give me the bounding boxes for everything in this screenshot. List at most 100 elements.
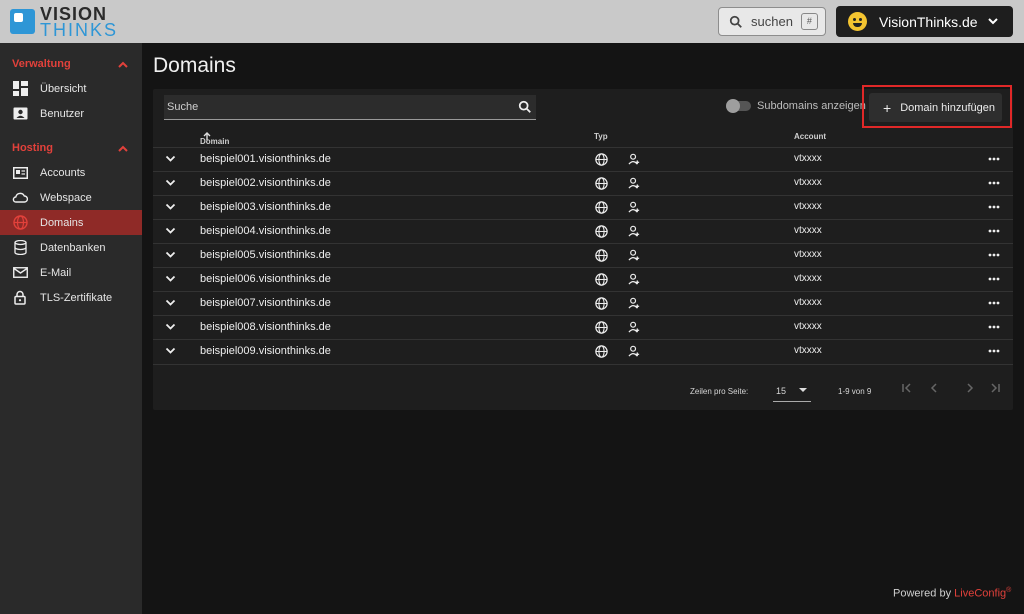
more-options-icon[interactable] bbox=[988, 301, 1000, 305]
sidebar-item-email[interactable]: E-Mail bbox=[0, 260, 142, 285]
more-options-icon[interactable] bbox=[988, 181, 1000, 185]
table-row[interactable]: beispiel008.visionthinks.de vtxxxx bbox=[153, 315, 1013, 339]
top-bar: VISION THINKS suchen # VisionThinks.de bbox=[0, 0, 1024, 43]
more-options-icon[interactable] bbox=[988, 229, 1000, 233]
sidebar-item-label: Übersicht bbox=[40, 82, 87, 95]
column-header-domain[interactable]: Domain bbox=[200, 132, 229, 146]
previous-page-icon[interactable] bbox=[928, 382, 940, 394]
table-row[interactable]: beispiel006.visionthinks.de vtxxxx bbox=[153, 267, 1013, 291]
domain-name[interactable]: beispiel001.visionthinks.de bbox=[200, 153, 331, 165]
account-id: vtxxxx bbox=[794, 153, 822, 164]
globe-icon bbox=[595, 345, 608, 358]
registered-mark: ® bbox=[1006, 587, 1012, 594]
domain-name[interactable]: beispiel006.visionthinks.de bbox=[200, 273, 331, 285]
user-plus-icon[interactable] bbox=[628, 345, 641, 358]
account-id: vtxxxx bbox=[794, 249, 822, 260]
more-options-icon[interactable] bbox=[988, 277, 1000, 281]
database-icon bbox=[12, 240, 28, 256]
domain-name[interactable]: beispiel002.visionthinks.de bbox=[200, 177, 331, 189]
chevron-down-icon[interactable] bbox=[165, 179, 176, 187]
search-shortcut-key: # bbox=[800, 13, 818, 30]
chevron-down-icon[interactable] bbox=[165, 203, 176, 211]
more-options-icon[interactable] bbox=[988, 349, 1000, 353]
chevron-down-icon bbox=[988, 18, 998, 25]
sidebar-item-accounts[interactable]: Accounts bbox=[0, 160, 142, 185]
sidebar-item-tls-zertifikate[interactable]: TLS-Zertifikate bbox=[0, 285, 142, 310]
search-icon[interactable] bbox=[518, 100, 532, 114]
user-plus-icon[interactable] bbox=[628, 321, 641, 334]
subdomains-toggle[interactable] bbox=[726, 99, 751, 113]
domain-name[interactable]: beispiel005.visionthinks.de bbox=[200, 249, 331, 261]
chevron-down-icon[interactable] bbox=[165, 323, 176, 331]
globe-icon bbox=[595, 321, 608, 334]
cloud-icon bbox=[12, 190, 28, 206]
chevron-down-icon[interactable] bbox=[165, 251, 176, 259]
domain-name[interactable]: beispiel009.visionthinks.de bbox=[200, 345, 331, 357]
account-id: vtxxxx bbox=[794, 177, 822, 188]
sidebar-item-label: Benutzer bbox=[40, 107, 85, 120]
more-options-icon[interactable] bbox=[988, 205, 1000, 209]
chevron-down-icon[interactable] bbox=[165, 227, 176, 235]
domain-name[interactable]: beispiel008.visionthinks.de bbox=[200, 321, 331, 333]
rows-per-page-select[interactable]: 15 bbox=[773, 378, 811, 402]
domain-search-field[interactable] bbox=[164, 95, 536, 120]
pagination-range: 1-9 von 9 bbox=[838, 387, 872, 396]
domain-name[interactable]: beispiel004.visionthinks.de bbox=[200, 225, 331, 237]
liveconfig-link[interactable]: LiveConfig bbox=[954, 588, 1006, 600]
sidebar-section-verwaltung[interactable]: Verwaltung bbox=[0, 52, 142, 76]
user-plus-icon[interactable] bbox=[628, 153, 641, 166]
user-card-icon bbox=[12, 106, 28, 122]
account-id: vtxxxx bbox=[794, 345, 822, 356]
chevron-up-icon bbox=[118, 145, 128, 152]
sidebar-item-datenbanken[interactable]: Datenbanken bbox=[0, 235, 142, 260]
chevron-down-icon[interactable] bbox=[165, 347, 176, 355]
table-row[interactable]: beispiel004.visionthinks.de vtxxxx bbox=[153, 219, 1013, 243]
sidebar-section-hosting[interactable]: Hosting bbox=[0, 136, 142, 160]
sidebar-item-domains[interactable]: Domains bbox=[0, 210, 142, 235]
table-row[interactable]: beispiel005.visionthinks.de vtxxxx bbox=[153, 243, 1013, 267]
table-header: Domain Typ Account bbox=[153, 127, 1013, 148]
dashboard-icon bbox=[12, 81, 28, 97]
table-row[interactable]: beispiel001.visionthinks.de vtxxxx bbox=[153, 147, 1013, 171]
page-title: Domains bbox=[153, 54, 236, 77]
mail-icon bbox=[12, 265, 28, 281]
last-page-icon[interactable] bbox=[989, 382, 1001, 394]
account-menu-button[interactable]: VisionThinks.de bbox=[836, 6, 1013, 37]
sidebar-item-webspace[interactable]: Webspace bbox=[0, 185, 142, 210]
first-page-icon[interactable] bbox=[901, 382, 913, 394]
next-page-icon[interactable] bbox=[964, 382, 976, 394]
global-search-button[interactable]: suchen # bbox=[718, 7, 826, 36]
search-button-label: suchen bbox=[751, 14, 793, 29]
table-row[interactable]: beispiel003.visionthinks.de vtxxxx bbox=[153, 195, 1013, 219]
account-id: vtxxxx bbox=[794, 201, 822, 212]
table-row[interactable]: beispiel002.visionthinks.de vtxxxx bbox=[153, 171, 1013, 195]
user-plus-icon[interactable] bbox=[628, 177, 641, 190]
more-options-icon[interactable] bbox=[988, 325, 1000, 329]
logo-mark-icon bbox=[10, 9, 35, 34]
sidebar-item-uebersicht[interactable]: Übersicht bbox=[0, 76, 142, 101]
table-row[interactable]: beispiel009.visionthinks.de vtxxxx bbox=[153, 339, 1013, 363]
plus-icon: + bbox=[883, 99, 892, 116]
more-options-icon[interactable] bbox=[988, 253, 1000, 257]
user-plus-icon[interactable] bbox=[628, 201, 641, 214]
add-domain-button[interactable]: + Domain hinzufügen bbox=[869, 93, 1002, 122]
domain-name[interactable]: beispiel007.visionthinks.de bbox=[200, 297, 331, 309]
table-row[interactable]: beispiel007.visionthinks.de vtxxxx bbox=[153, 291, 1013, 315]
user-plus-icon[interactable] bbox=[628, 249, 641, 262]
lock-icon bbox=[12, 290, 28, 306]
more-options-icon[interactable] bbox=[988, 157, 1000, 161]
chevron-down-icon[interactable] bbox=[165, 155, 176, 163]
user-plus-icon[interactable] bbox=[628, 225, 641, 238]
chevron-down-icon[interactable] bbox=[165, 299, 176, 307]
globe-icon bbox=[595, 249, 608, 262]
sidebar-item-benutzer[interactable]: Benutzer bbox=[0, 101, 142, 126]
user-plus-icon[interactable] bbox=[628, 273, 641, 286]
domain-name[interactable]: beispiel003.visionthinks.de bbox=[200, 201, 331, 213]
domain-search-input[interactable] bbox=[167, 101, 507, 113]
column-header-label: Domain bbox=[200, 137, 230, 146]
subdomains-toggle-wrapper[interactable]: Subdomains anzeigen bbox=[726, 99, 866, 113]
user-plus-icon[interactable] bbox=[628, 297, 641, 310]
vision-thinks-logo[interactable]: VISION THINKS bbox=[10, 5, 118, 39]
rows-per-page-value: 15 bbox=[776, 386, 787, 396]
chevron-down-icon[interactable] bbox=[165, 275, 176, 283]
